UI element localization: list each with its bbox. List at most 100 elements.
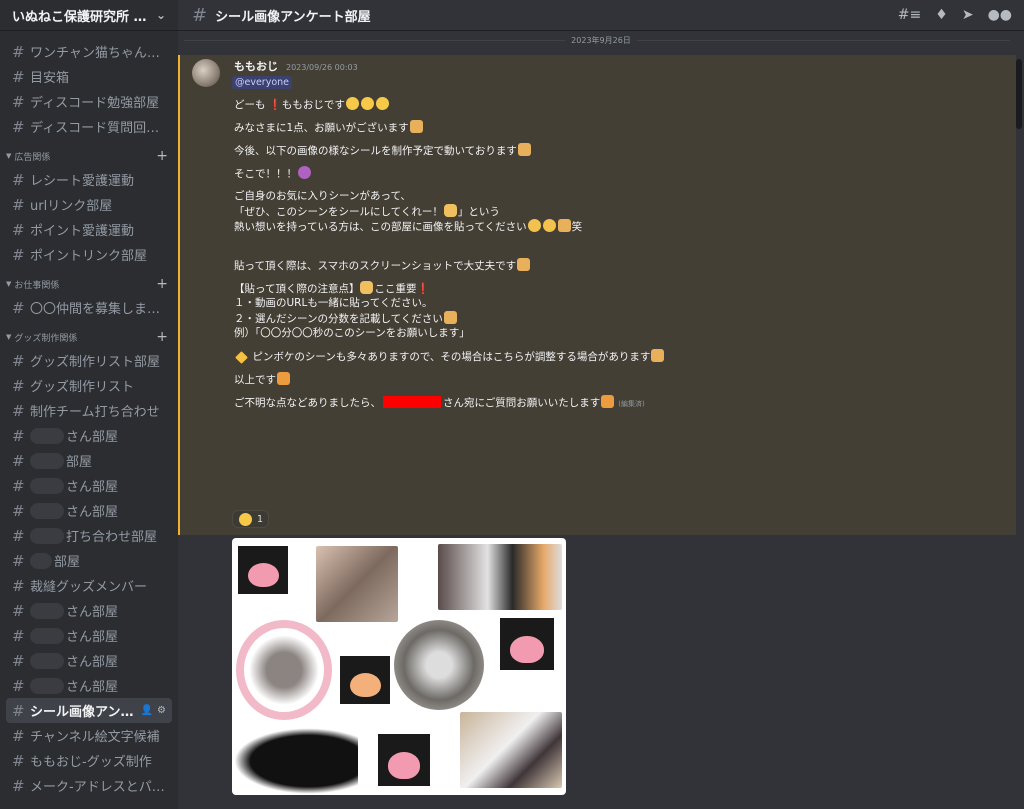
person-emoji-icon — [298, 166, 311, 179]
message-line: みなさまに1点、お願いがございます — [234, 120, 994, 135]
pin-icon[interactable]: ➤ — [962, 7, 974, 23]
bell-icon[interactable]: ♦ — [935, 7, 948, 23]
channel-item[interactable]: # チャンネル絵文字候補 — [6, 723, 172, 748]
channel-item[interactable]: # ももおじ-グッズ制作 — [6, 748, 172, 773]
channel-label: シール画像アンケ... — [30, 705, 137, 720]
attached-image[interactable] — [232, 538, 566, 795]
everyone-mention[interactable]: @everyone — [232, 76, 293, 89]
face-emoji-icon — [360, 97, 374, 110]
channel-item[interactable]: # ポイントリンク部屋 — [6, 242, 172, 267]
text-span: ももおじです — [281, 99, 345, 111]
channel-label: ももおじ-グッズ制作 — [30, 755, 152, 770]
hash-icon: # — [12, 351, 25, 370]
hash-icon: # — [12, 195, 25, 214]
category-header[interactable]: ▼ 広告関係 + — [0, 145, 178, 167]
hash-icon: # — [12, 245, 25, 264]
server-header[interactable]: いぬねこ保護研究所 by ... ⌄ — [0, 0, 178, 31]
channel-item[interactable]: # 部屋 — [6, 448, 172, 473]
add-channel-icon[interactable]: + — [156, 148, 168, 164]
hand-emoji-icon — [443, 204, 457, 217]
server-name: いぬねこ保護研究所 by ... — [12, 9, 150, 25]
channel-item[interactable]: # さん部屋 — [6, 648, 172, 673]
cat-photo — [316, 546, 398, 622]
add-channel-icon[interactable]: + — [156, 329, 168, 345]
message-line: ご自身のお気に入りシーンがあって、 — [234, 189, 994, 204]
channel-item[interactable]: # グッズ制作リスト — [6, 373, 172, 398]
channel-item[interactable]: # さん部屋 — [6, 498, 172, 523]
text-span: みなさまに1点、お願いがございます — [234, 122, 409, 134]
add-channel-icon[interactable]: + — [156, 276, 168, 292]
blurred-name — [30, 602, 64, 619]
avatar[interactable] — [192, 59, 220, 87]
channel-label: ワンチャン猫ちゃんの... — [30, 46, 166, 61]
timestamp: 2023/09/26 00:03 — [286, 63, 358, 72]
channel-item[interactable]: # 打ち合わせ部屋 — [6, 523, 172, 548]
message-area: 2023年9月26日 ももおじ 2023/09/26 00:03 @everyo… — [178, 31, 1024, 809]
text-span: 熱い想いを持っている方は、この部屋に画像を貼ってください — [234, 221, 527, 233]
laugh-cry-emoji-icon — [542, 219, 556, 232]
channel-item[interactable]: # 〇〇仲間を募集します♪ — [6, 295, 172, 320]
message-line: 熱い想いを持っている方は、この部屋に画像を貼ってください 笑 — [234, 219, 994, 234]
hash-icon: # — [12, 726, 25, 745]
channel-label: 裁縫グッズメンバー — [30, 580, 148, 595]
hash-icon: # — [12, 298, 25, 317]
hash-icon: # — [12, 551, 25, 570]
channel-item[interactable]: # 裁縫グッズメンバー — [6, 573, 172, 598]
hash-icon: # — [12, 676, 25, 695]
channel-item[interactable]: # さん部屋 — [6, 423, 172, 448]
text-span: １・動画のURLも一緒に貼ってください。 — [234, 297, 433, 309]
date-divider-label: 2023年9月26日 — [565, 34, 637, 46]
channel-item[interactable]: # 目安箱 — [6, 64, 172, 89]
category-header[interactable]: ▼ お仕事関係 + — [0, 273, 178, 295]
channel-item[interactable]: # さん部屋 — [6, 623, 172, 648]
hash-icon: # — [12, 626, 25, 645]
text-span: 今後、以下の画像の様なシールを制作予定で動いております — [234, 145, 517, 157]
channel-item[interactable]: # ポイント愛護運動 — [6, 217, 172, 242]
gear-icon[interactable]: ⚙ — [157, 705, 166, 716]
face-emoji-icon — [345, 97, 359, 110]
text-span: 」という — [457, 206, 500, 218]
channel-item[interactable]: # ディスコード勉強部屋 — [6, 89, 172, 114]
message-line: 貼って頂く際は、スマホのスクリーンショットで大丈夫です — [234, 258, 994, 273]
channel-item[interactable]: # さん部屋 — [6, 598, 172, 623]
redacted-name — [383, 396, 441, 408]
channel-sidebar: いぬねこ保護研究所 by ... ⌄ # ワンチャン猫ちゃんの... # 目安箱 #… — [0, 0, 178, 809]
channel-label: さん部屋 — [66, 480, 119, 495]
reaction-count: 1 — [257, 513, 264, 525]
author-name[interactable]: ももおじ — [234, 58, 278, 74]
cat-wreath-photo — [236, 620, 332, 720]
text-span: 「ぜひ、このシーンをシールにしてくれー！ — [234, 206, 443, 218]
blurred-name — [30, 627, 64, 644]
channel-item[interactable]: # 部屋 — [6, 548, 172, 573]
hash-icon: # — [12, 701, 25, 720]
channel-item-active[interactable]: # シール画像アンケ... 👤 ⚙ — [6, 698, 172, 723]
add-member-icon[interactable]: 👤 — [141, 705, 153, 716]
channel-item[interactable]: # レシート愛護運動 — [6, 167, 172, 192]
channel-label: さん部屋 — [66, 655, 119, 670]
date-divider: 2023年9月26日 — [178, 31, 1024, 49]
category-header[interactable]: ▼ グッズ制作関係 + — [0, 326, 178, 348]
smiling-hearts-emoji-icon — [239, 512, 252, 526]
channel-item[interactable]: # ディスコード質問回答集 — [6, 114, 172, 139]
channel-item[interactable]: # ワンチャン猫ちゃんの... — [6, 39, 172, 64]
channel-label: レシート愛護運動 — [30, 174, 135, 189]
category-label: 広告関係 — [14, 152, 51, 163]
members-icon[interactable]: ●● — [988, 7, 1012, 23]
scrollbar[interactable] — [1016, 59, 1022, 129]
channel-label: 部屋 — [54, 555, 81, 570]
channel-item[interactable]: # urlリンク部屋 — [6, 192, 172, 217]
message-line: ２・選んだシーンの分数を記載してください — [234, 311, 994, 326]
message-highlighted[interactable]: ももおじ 2023/09/26 00:03 @everyone どーも ❗ももお… — [178, 55, 1016, 535]
hash-icon: # — [12, 651, 25, 670]
star-emoji-icon — [235, 351, 248, 364]
channel-item[interactable]: # メーク-アドレスとパス... — [6, 773, 172, 798]
threads-icon[interactable]: #≡ — [898, 7, 921, 23]
channel-item[interactable]: # 制作チーム打ち合わせ — [6, 398, 172, 423]
reaction-button[interactable]: 1 — [232, 510, 270, 528]
channel-item[interactable]: # グッズ制作リスト部屋 — [6, 348, 172, 373]
blurred-name — [30, 427, 64, 444]
channel-item[interactable]: # さん部屋 — [6, 673, 172, 698]
channel-item[interactable]: # さん部屋 — [6, 473, 172, 498]
hash-icon: # — [12, 42, 25, 61]
exclamation-icon: ❗ — [268, 99, 282, 111]
